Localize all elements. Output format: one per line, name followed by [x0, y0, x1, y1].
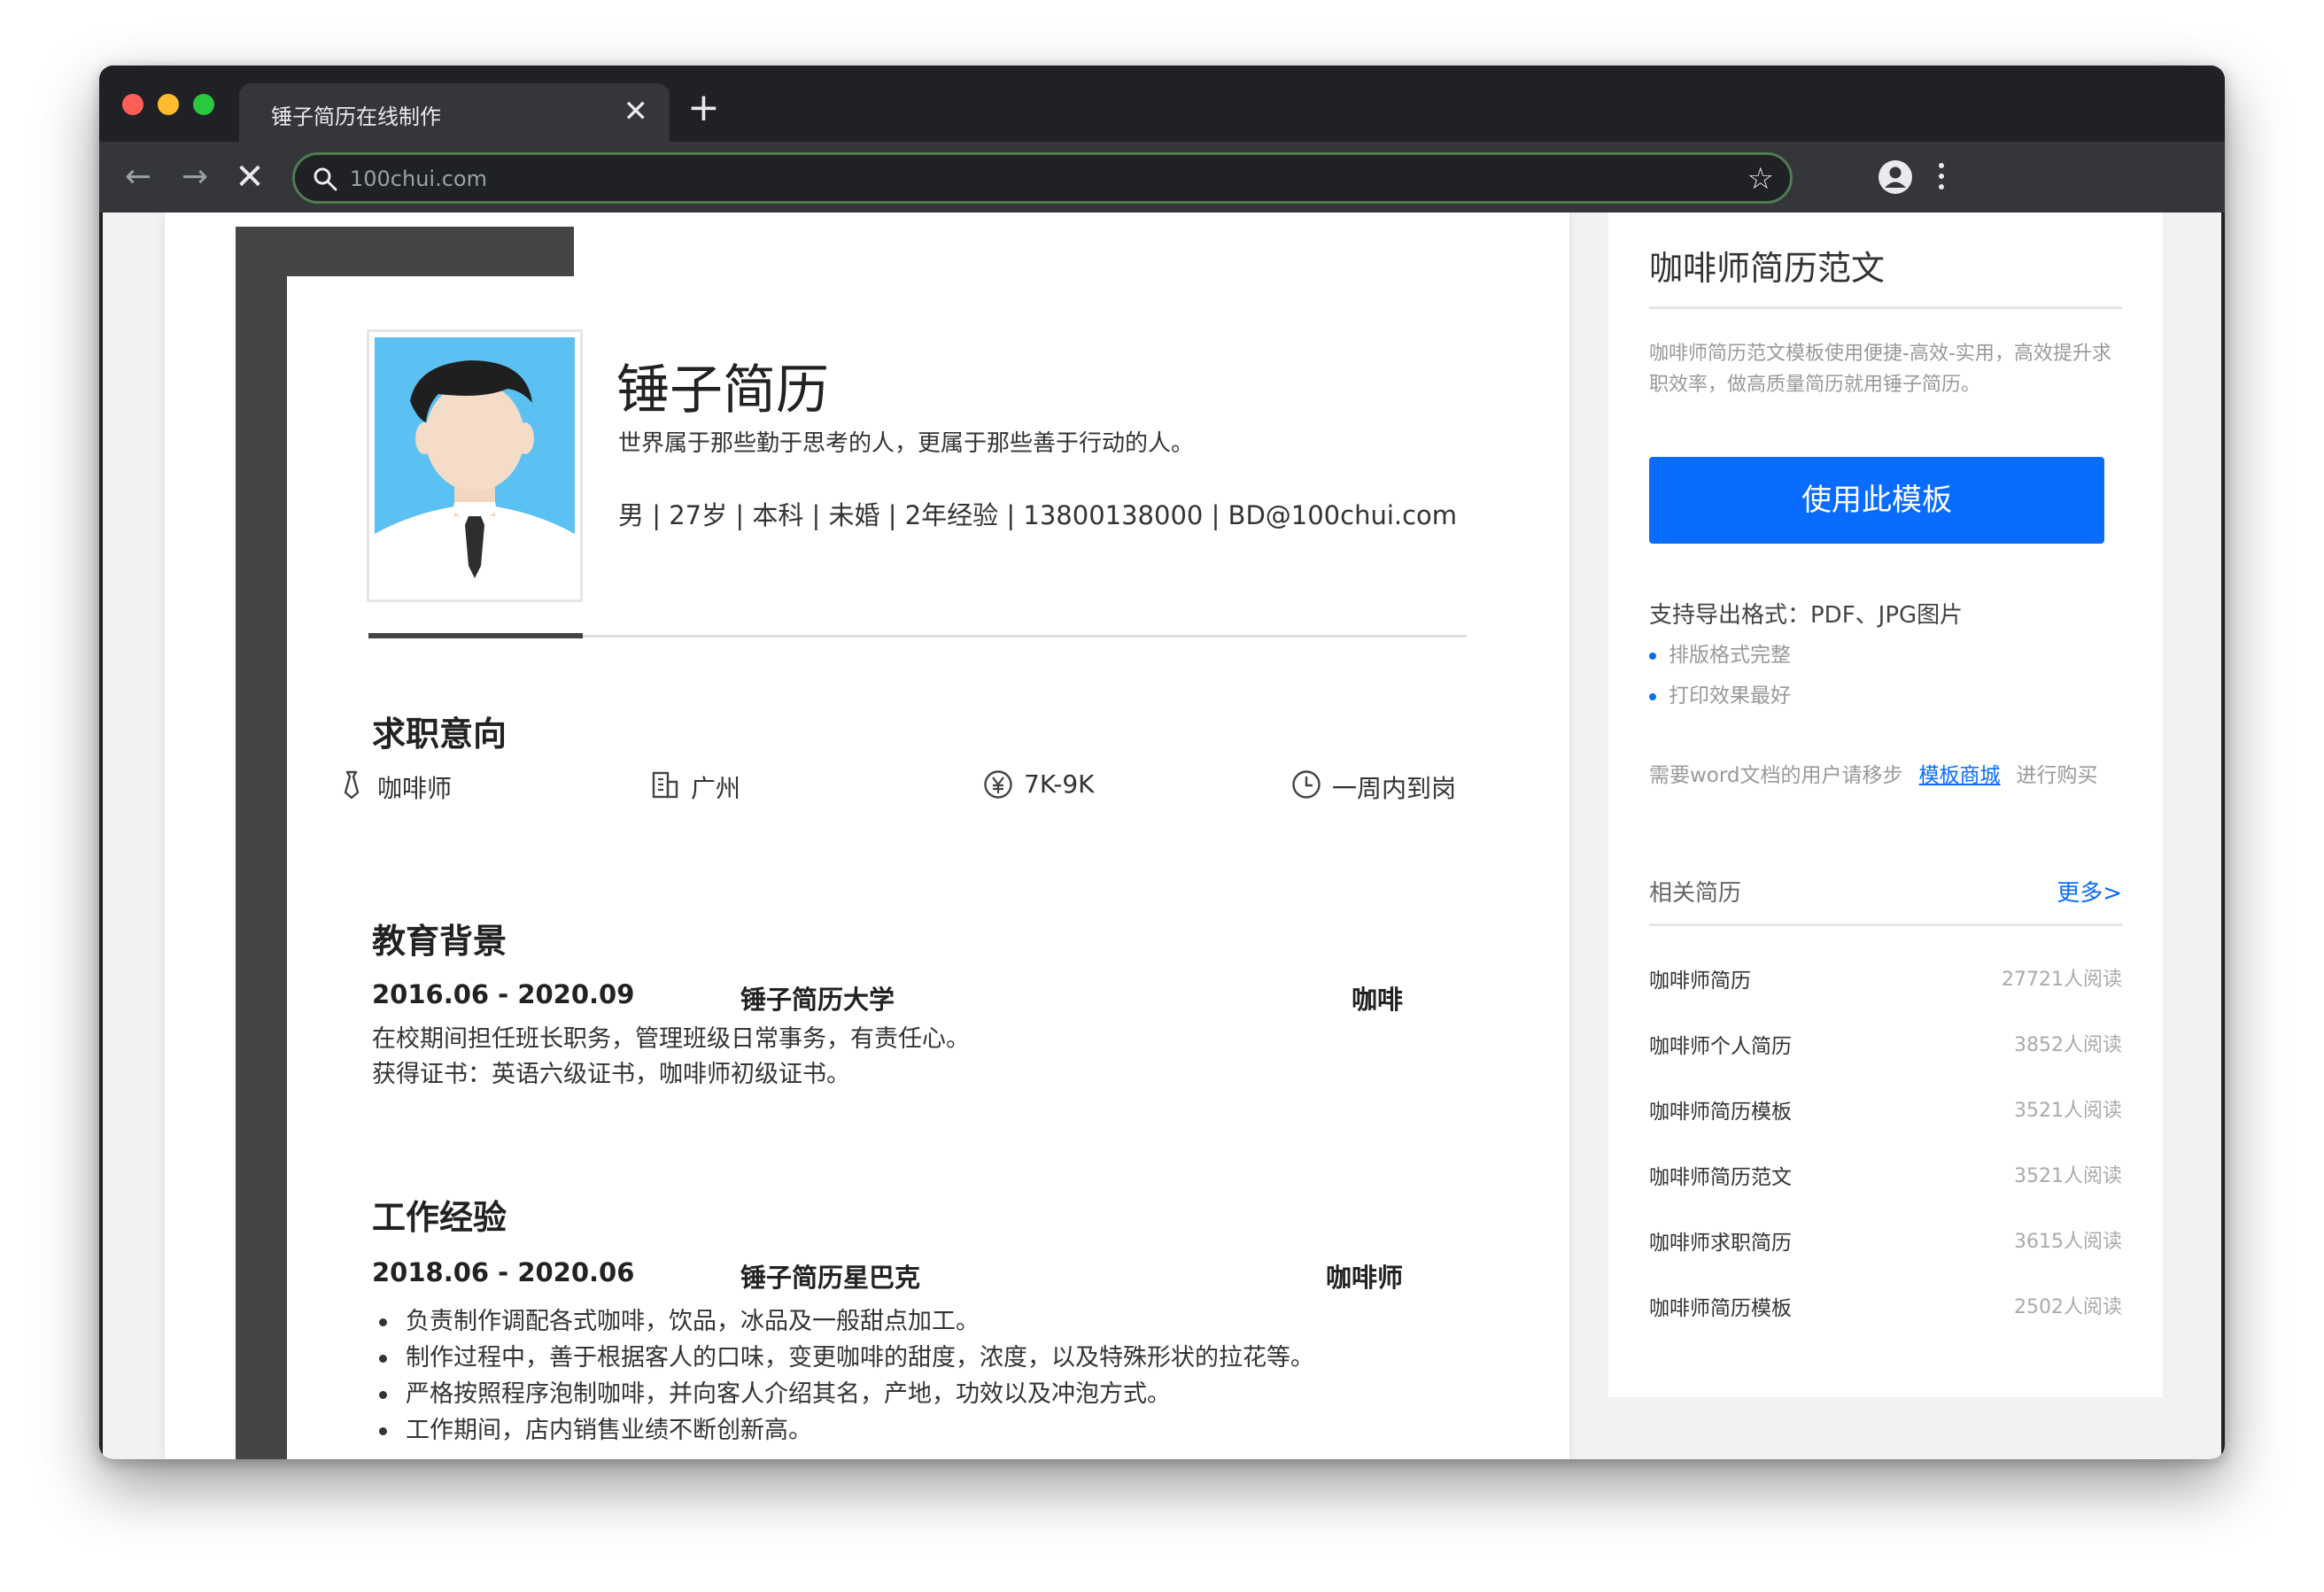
- related-resume-item[interactable]: 咖啡师简历模板 2502人阅读: [1649, 1291, 2122, 1326]
- related-resume-name[interactable]: 咖啡师简历范文: [1649, 1160, 1792, 1190]
- url-text[interactable]: 100chui.com: [350, 166, 487, 191]
- section-title-work: 工作经验: [372, 1198, 507, 1237]
- feature-item: 打印效果最好: [1649, 678, 1791, 708]
- section-title-intent: 求职意向: [372, 715, 507, 753]
- related-resumes-title: 相关简历: [1649, 880, 1742, 907]
- education-date: 2016.06 - 2020.09: [372, 979, 635, 1009]
- browser-toolbar: ← → ✕ 100chui.com ☆: [99, 142, 2225, 213]
- search-icon: [314, 167, 337, 191]
- use-template-button[interactable]: 使用此模板: [1649, 457, 2104, 544]
- related-resume-name[interactable]: 咖啡师简历模板: [1649, 1291, 1792, 1321]
- more-menu-icon[interactable]: [1927, 158, 1956, 197]
- section-title-education: 教育背景: [372, 922, 507, 961]
- resume-motto: 世界属于那些勤于思考的人，更属于那些善于行动的人。: [618, 430, 1195, 457]
- new-tab-button[interactable]: +: [687, 89, 720, 128]
- education-detail-line-1: 在校期间担任班长职务，管理班级日常事务，有责任心。: [372, 1025, 970, 1053]
- intent-salary-text: 7K-9K: [1024, 769, 1095, 799]
- related-resume-item[interactable]: 咖啡师简历模板 3521人阅读: [1649, 1094, 2122, 1130]
- page-viewport: 锤子简历 世界属于那些勤于思考的人，更属于那些善于行动的人。 男 | 27岁 |…: [103, 213, 2221, 1459]
- building-icon: [652, 771, 678, 799]
- related-resume-reads: 3615人阅读: [2014, 1231, 2122, 1253]
- browser-window: 锤子简历在线制作 ✕ + ← → ✕ 100chui.com ☆ 锤子简历 世界…: [99, 66, 2225, 1459]
- resume-preview: 锤子简历 世界属于那些勤于思考的人，更属于那些善于行动的人。 男 | 27岁 |…: [165, 213, 1569, 1459]
- related-resume-item[interactable]: 咖啡师个人简历 3852人阅读: [1649, 1029, 2122, 1064]
- related-resume-name[interactable]: 咖啡师简历: [1649, 963, 1751, 993]
- education-detail-line-2: 获得证书：英语六级证书，咖啡师初级证书。: [372, 1061, 850, 1088]
- sidebar-title: 咖啡师简历范文: [1649, 249, 1886, 288]
- word-download-note: 需要word文档的用户请移步 模板商城 进行购买: [1649, 758, 2098, 788]
- education-major: 咖啡: [1351, 985, 1403, 1015]
- tab-title: 锤子简历在线制作: [271, 104, 441, 129]
- related-resume-name[interactable]: 咖啡师求职简历: [1649, 1225, 1792, 1256]
- tab-close-icon[interactable]: ✕: [624, 92, 649, 131]
- work-duty-item: 负责制作调配各式咖啡，饮品，冰品及一般甜点加工。: [372, 1303, 1314, 1340]
- export-formats-label: 支持导出格式：PDF、JPG图片: [1649, 602, 1964, 629]
- word-note-prefix: 需要word文档的用户请移步: [1649, 764, 1903, 787]
- bookmark-star-icon[interactable]: ☆: [1747, 162, 1774, 196]
- avatar: [367, 329, 583, 602]
- work-date: 2018.06 - 2020.06: [372, 1257, 635, 1287]
- work-duties-list: 负责制作调配各式咖啡，饮品，冰品及一般甜点加工。 制作过程中，善于根据客人的口味…: [372, 1303, 1314, 1449]
- related-divider: [1649, 924, 2122, 926]
- intent-availability-text: 一周内到岗: [1332, 774, 1457, 803]
- work-duty-item: 制作过程中，善于根据客人的口味，变更咖啡的甜度，浓度，以及特殊形状的拉花等。: [372, 1340, 1314, 1376]
- resume-card: 锤子简历 世界属于那些勤于思考的人，更属于那些善于行动的人。 男 | 27岁 |…: [287, 276, 1566, 1459]
- work-company: 锤子简历星巴克: [740, 1263, 921, 1293]
- related-resume-reads: 3521人阅读: [2014, 1100, 2122, 1122]
- header-divider-accent: [368, 633, 583, 638]
- related-more-link[interactable]: 更多>: [2057, 875, 2122, 908]
- clock-icon: [1292, 770, 1321, 799]
- related-resume-name[interactable]: 咖啡师简历模板: [1649, 1094, 1792, 1124]
- avatar-illustration-icon: [375, 337, 575, 594]
- intent-city-text: 广州: [691, 774, 741, 803]
- stop-loading-icon[interactable]: ✕: [229, 156, 271, 198]
- sidebar-divider: [1649, 306, 2122, 309]
- close-window-button[interactable]: [122, 94, 143, 115]
- resume-side-strip: [236, 227, 287, 1459]
- related-resume-name[interactable]: 咖啡师个人简历: [1649, 1029, 1792, 1059]
- tie-icon: [344, 770, 360, 800]
- work-role: 咖啡师: [1325, 1263, 1403, 1293]
- browser-tab[interactable]: 锤子简历在线制作 ✕: [239, 83, 670, 142]
- template-store-link[interactable]: 模板商城: [1919, 764, 2001, 787]
- related-resume-reads: 27721人阅读: [2002, 969, 2122, 991]
- related-resume-reads: 3521人阅读: [2014, 1165, 2122, 1187]
- address-bar[interactable]: 100chui.com ☆: [292, 152, 1793, 204]
- related-resume-item[interactable]: 咖啡师求职简历 3615人阅读: [1649, 1225, 2122, 1261]
- account-icon[interactable]: [1878, 159, 1913, 195]
- word-note-suffix: 进行购买: [2016, 764, 2098, 787]
- intent-position-text: 咖啡师: [377, 774, 453, 803]
- work-duty-item: 工作期间，店内销售业绩不断创新高。: [372, 1412, 1314, 1449]
- related-resume-reads: 3852人阅读: [2014, 1034, 2122, 1056]
- related-resume-reads: 2502人阅读: [2014, 1296, 2122, 1318]
- resume-name: 锤子简历: [616, 359, 829, 421]
- sidebar-description: 咖啡师简历范文模板使用便捷-高效-实用，高效提升求职效率，做高质量简历就用锤子简…: [1649, 343, 2111, 396]
- resume-basic-info: 男 | 27岁 | 本科 | 未婚 | 2年经验 | 13800138000 |…: [618, 500, 1458, 530]
- minimize-window-button[interactable]: [158, 94, 179, 115]
- work-duty-item: 严格按照程序泡制咖啡，并向客人介绍其名，产地，功效以及冲泡方式。: [372, 1376, 1314, 1412]
- maximize-window-button[interactable]: [193, 94, 214, 115]
- forward-arrow-icon[interactable]: →: [174, 156, 216, 198]
- title-bar: 锤子简历在线制作 ✕ +: [99, 66, 2225, 142]
- back-arrow-icon[interactable]: ←: [117, 156, 159, 198]
- feature-item: 排版格式完整: [1649, 638, 1791, 668]
- template-sidebar: 咖啡师简历范文 咖啡师简历范文模板使用便捷-高效-实用，高效提升求职效率，做高质…: [1608, 213, 2163, 1397]
- related-resume-item[interactable]: 咖啡师简历 27721人阅读: [1649, 963, 2122, 999]
- education-school: 锤子简历大学: [740, 985, 895, 1015]
- related-resume-item[interactable]: 咖啡师简历范文 3521人阅读: [1649, 1160, 2122, 1195]
- yen-icon: [984, 770, 1012, 799]
